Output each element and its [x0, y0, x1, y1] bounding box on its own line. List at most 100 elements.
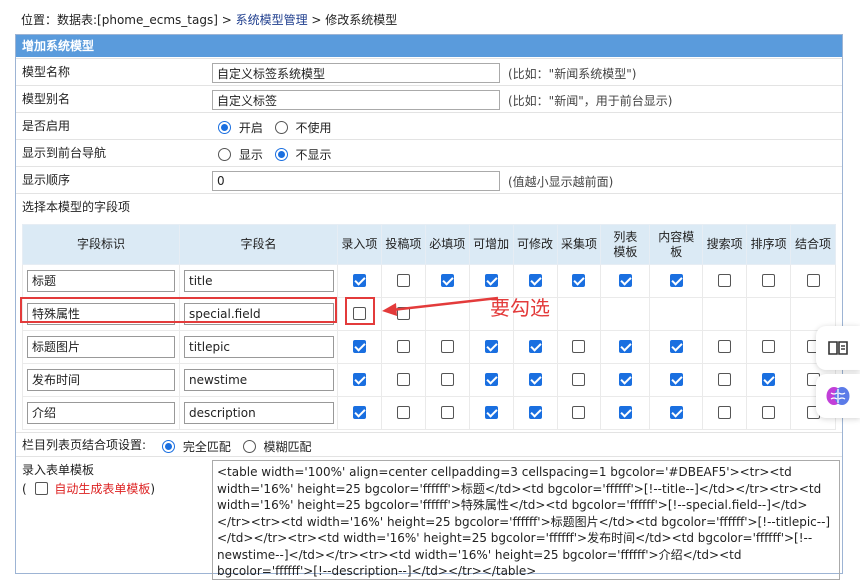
ai-assistant-button[interactable] [816, 374, 860, 418]
form-template-label: 录入表单模板 [22, 463, 95, 477]
table-row: 发布时间 newstime [22, 363, 836, 397]
option-checkbox[interactable] [440, 274, 454, 287]
col-header-text: 列表模板 [613, 229, 638, 259]
option-checkbox[interactable] [618, 340, 632, 353]
option-checkbox[interactable] [484, 406, 498, 419]
order-input[interactable] [212, 171, 500, 191]
check-cell [556, 363, 602, 397]
check-cell [649, 264, 704, 298]
field-label-input[interactable]: 标题图片 [27, 336, 175, 358]
col-header: 内容模板 [649, 224, 704, 265]
check-cell [556, 297, 602, 331]
reader-button[interactable] [816, 326, 860, 370]
option-checkbox[interactable] [572, 406, 586, 419]
option-checkbox[interactable] [484, 340, 498, 353]
field-name-cell: newstime [178, 363, 338, 397]
option-checkbox[interactable] [528, 406, 542, 419]
combine-fuzzy-radio[interactable] [242, 440, 256, 453]
col-header: 可修改 [512, 224, 558, 265]
field-name-input[interactable]: title [183, 270, 334, 292]
option-checkbox[interactable] [528, 340, 542, 353]
enabled-off-radio[interactable] [274, 121, 288, 134]
option-checkbox[interactable] [528, 373, 542, 386]
option-checkbox[interactable] [440, 340, 454, 353]
option-checkbox[interactable] [762, 406, 776, 419]
check-cell [649, 330, 704, 364]
check-cell [380, 363, 426, 397]
check-cell [468, 330, 514, 364]
enabled-off-label: 不使用 [295, 121, 332, 135]
option-checkbox[interactable] [396, 406, 410, 419]
col-header: 录入项 [336, 224, 382, 265]
option-checkbox[interactable] [352, 340, 366, 353]
option-checkbox[interactable] [718, 406, 732, 419]
option-checkbox[interactable] [440, 373, 454, 386]
option-checkbox[interactable] [669, 274, 683, 287]
option-checkbox[interactable] [806, 274, 820, 287]
form-template-textarea[interactable]: <table width='100%' align=center cellpad… [212, 460, 840, 580]
check-cell [702, 264, 748, 298]
check-cell [702, 330, 748, 364]
check-cell [746, 396, 792, 430]
breadcrumb-link-model-manage[interactable]: 系统模型管理 [236, 13, 308, 27]
field-name-input[interactable]: titlepic [183, 336, 334, 358]
option-checkbox[interactable] [396, 274, 410, 287]
show-nav-hide-radio[interactable] [274, 148, 288, 161]
option-checkbox[interactable] [718, 274, 732, 287]
auto-template-label[interactable]: 自动生成表单模板 [54, 482, 150, 496]
option-checkbox[interactable] [618, 373, 632, 386]
option-checkbox[interactable] [718, 373, 732, 386]
order-label: 显示顺序 [22, 173, 71, 187]
combine-exact-radio[interactable] [162, 440, 175, 453]
option-checkbox[interactable] [762, 373, 776, 386]
check-cell [649, 363, 704, 397]
check-cell [512, 363, 558, 397]
option-checkbox[interactable] [762, 340, 776, 353]
show-nav-show-label: 显示 [238, 148, 263, 162]
row-fields: 选择本模型的字段项 [16, 193, 842, 220]
model-name-input[interactable] [212, 63, 500, 83]
option-checkbox[interactable] [618, 406, 632, 419]
option-checkbox[interactable] [762, 274, 776, 287]
check-cell [468, 363, 514, 397]
option-checkbox[interactable] [669, 340, 683, 353]
option-checkbox[interactable] [669, 406, 683, 419]
option-checkbox[interactable] [528, 274, 542, 287]
field-label-input[interactable]: 发布时间 [27, 369, 175, 391]
option-checkbox[interactable] [352, 274, 366, 287]
field-name-cell: title [178, 264, 338, 298]
option-checkbox[interactable] [572, 340, 586, 353]
breadcrumb-prefix: 位置：数据表:[phome_ecms_tags] > [21, 13, 236, 27]
field-name-input[interactable]: description [183, 402, 334, 424]
check-cell [424, 330, 470, 364]
option-checkbox[interactable] [618, 274, 632, 287]
col-header: 字段标识 [22, 224, 180, 265]
check-cell [746, 330, 792, 364]
check-cell [468, 396, 514, 430]
order-hint: (值越小显示越前面) [508, 175, 614, 189]
option-checkbox[interactable] [396, 373, 410, 386]
option-checkbox[interactable] [440, 406, 454, 419]
row-list-combine: 栏目列表页结合项设置: 完全匹配 模糊匹配 [16, 432, 842, 456]
option-checkbox[interactable] [572, 373, 586, 386]
check-cell [336, 330, 382, 364]
check-cell [380, 330, 426, 364]
option-checkbox[interactable] [572, 274, 586, 287]
option-checkbox[interactable] [718, 340, 732, 353]
field-label-input[interactable]: 介绍 [27, 402, 175, 424]
option-checkbox[interactable] [396, 340, 410, 353]
field-name-input[interactable]: newstime [183, 369, 334, 391]
option-checkbox[interactable] [352, 373, 366, 386]
check-cell [600, 297, 651, 331]
panel-title: 增加系统模型 [16, 35, 842, 57]
option-checkbox[interactable] [669, 373, 683, 386]
option-checkbox[interactable] [352, 406, 366, 419]
option-checkbox[interactable] [484, 274, 498, 287]
enabled-on-radio[interactable] [218, 121, 231, 134]
auto-template-checkbox[interactable] [34, 482, 48, 495]
show-nav-show-radio[interactable] [218, 148, 231, 161]
option-checkbox[interactable] [484, 373, 498, 386]
row-show-nav: 显示到前台导航 显示 不显示 [16, 139, 842, 166]
model-alias-input[interactable] [212, 90, 500, 110]
field-label-input[interactable]: 标题 [27, 270, 175, 292]
